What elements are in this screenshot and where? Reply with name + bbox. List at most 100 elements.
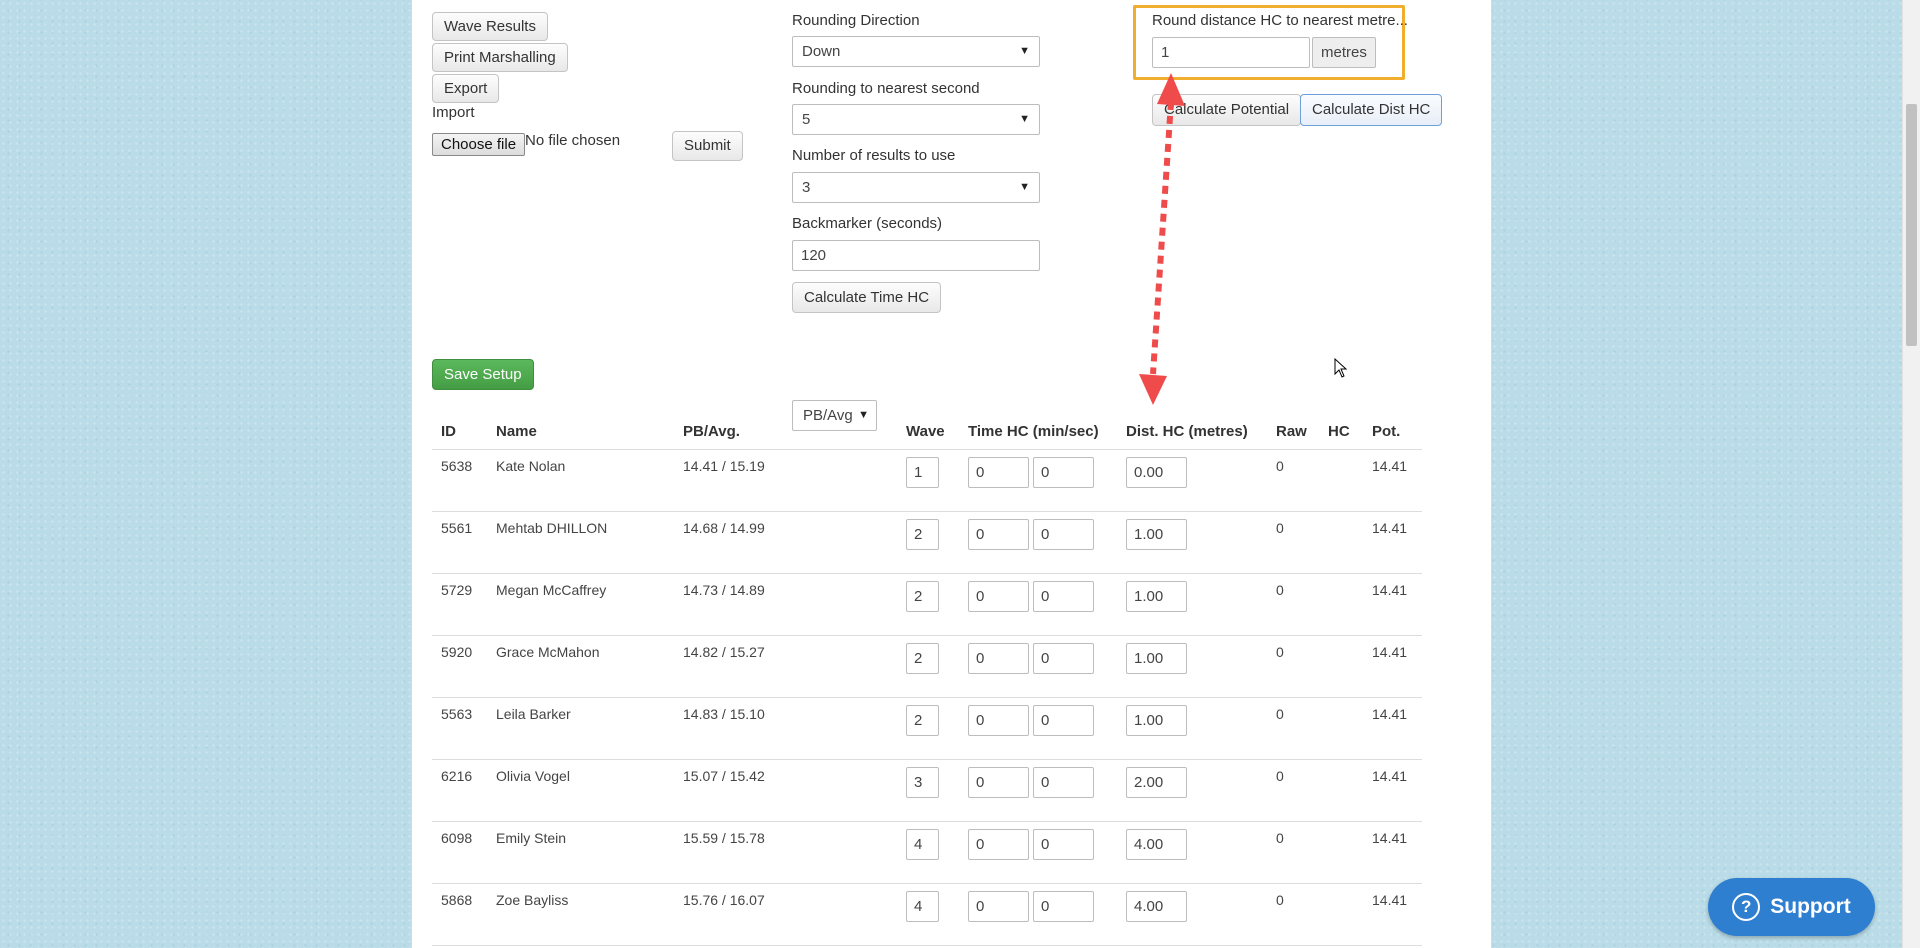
dist-hc-input[interactable]: 1.00 (1126, 705, 1187, 736)
time-hc-sec-input[interactable]: 0 (1033, 767, 1094, 798)
rounding-direction-select[interactable]: Down ▼ (792, 36, 1040, 67)
row-id: 5638 (441, 449, 496, 512)
row-time-hc-cell: 00 (968, 511, 1126, 574)
row-time-hc-cell: 00 (968, 821, 1126, 884)
time-hc-min-input[interactable]: 0 (968, 705, 1029, 736)
import-label: Import (432, 104, 475, 121)
row-raw: 0 (1276, 511, 1328, 574)
row-hc (1328, 573, 1372, 636)
dist-hc-input[interactable]: 1.00 (1126, 581, 1187, 612)
row-name: Emily Stein (496, 821, 683, 884)
save-setup-button[interactable]: Save Setup (432, 359, 534, 390)
chevron-down-icon: ▼ (1019, 113, 1030, 125)
row-hc (1328, 883, 1372, 946)
row-pb-avg: 14.41 / 15.19 (683, 449, 906, 512)
dist-hc-input[interactable]: 4.00 (1126, 829, 1187, 860)
row-raw: 0 (1276, 821, 1328, 884)
dist-hc-input[interactable]: 1.00 (1126, 643, 1187, 674)
header-pb-avg: PB/Avg. (683, 414, 906, 450)
num-results-label: Number of results to use (792, 147, 956, 164)
dist-hc-input[interactable]: 2.00 (1126, 767, 1187, 798)
wave-input[interactable]: 3 (906, 767, 939, 798)
header-name: Name (496, 414, 683, 450)
wave-input[interactable]: 1 (906, 457, 939, 488)
time-hc-sec-input[interactable]: 0 (1033, 457, 1094, 488)
row-wave-cell: 1 (906, 449, 968, 512)
row-wave-cell: 2 (906, 697, 968, 760)
wave-input[interactable]: 4 (906, 829, 939, 860)
row-pot: 14.41 (1372, 573, 1422, 636)
row-name: Olivia Vogel (496, 759, 683, 822)
header-time-hc: Time HC (min/sec) (968, 414, 1126, 450)
time-hc-sec-input[interactable]: 0 (1033, 891, 1094, 922)
choose-file-button[interactable]: Choose file (432, 133, 526, 156)
results-table: ID Name PB/Avg. Wave Time HC (min/sec) D… (432, 414, 1422, 946)
table-row: 6216 Olivia Vogel 15.07 / 15.42 3 0 0 2.00 0 14.… (432, 759, 1422, 822)
row-hc (1328, 821, 1372, 884)
row-id: 6216 (441, 759, 496, 822)
row-time-hc-cell: 00 (968, 635, 1126, 698)
header-id: ID (441, 414, 496, 450)
row-wave-cell: 2 (906, 635, 968, 698)
row-raw: 0 (1276, 449, 1328, 512)
row-wave-cell: 4 (906, 883, 968, 946)
dist-hc-input[interactable]: 1.00 (1126, 519, 1187, 550)
row-pb-avg: 14.82 / 15.27 (683, 635, 906, 698)
row-name: Leila Barker (496, 697, 683, 760)
row-pb-avg: 14.83 / 15.10 (683, 697, 906, 760)
submit-button[interactable]: Submit (672, 131, 743, 161)
table-row: 5563 Leila Barker 14.83 / 15.10 2 0 0 1.00 0 14.… (432, 697, 1422, 760)
time-hc-sec-input[interactable]: 0 (1033, 643, 1094, 674)
wave-input[interactable]: 4 (906, 891, 939, 922)
backmarker-input[interactable]: 120 (792, 240, 1040, 271)
time-hc-min-input[interactable]: 0 (968, 581, 1029, 612)
print-marshalling-button[interactable]: Print Marshalling (432, 43, 568, 72)
dist-hc-input[interactable]: 0.00 (1126, 457, 1187, 488)
row-time-hc-cell: 00 (968, 759, 1126, 822)
time-hc-sec-input[interactable]: 0 (1033, 829, 1094, 860)
row-time-hc-cell: 00 (968, 449, 1126, 512)
header-hc: HC (1328, 414, 1372, 450)
time-hc-min-input[interactable]: 0 (968, 767, 1029, 798)
wave-input[interactable]: 2 (906, 643, 939, 674)
row-raw: 0 (1276, 883, 1328, 946)
row-pot: 14.41 (1372, 635, 1422, 698)
table-row: 5868 Zoe Bayliss 15.76 / 16.07 4 0 0 4.00 0 14.4… (432, 883, 1422, 946)
calculate-dist-hc-button[interactable]: Calculate Dist HC (1300, 94, 1443, 126)
time-hc-min-input[interactable]: 0 (968, 457, 1029, 488)
support-button[interactable]: ? Support (1708, 878, 1875, 936)
no-file-label: No file chosen (525, 132, 621, 149)
time-hc-sec-input[interactable]: 0 (1033, 705, 1094, 736)
row-dist-hc-cell: 1.00 (1126, 697, 1276, 760)
row-dist-hc-cell: 1.00 (1126, 511, 1276, 574)
time-hc-sec-input[interactable]: 0 (1033, 581, 1094, 612)
time-hc-min-input[interactable]: 0 (968, 829, 1029, 860)
export-button[interactable]: Export (432, 74, 500, 103)
num-results-select[interactable]: 3 ▼ (792, 172, 1040, 203)
row-pot: 14.41 (1372, 697, 1422, 760)
rounding-second-select[interactable]: 5 ▼ (792, 104, 1040, 135)
wave-results-button[interactable]: Wave Results (432, 12, 548, 41)
row-pb-avg: 15.07 / 15.42 (683, 759, 906, 822)
wave-input[interactable]: 2 (906, 705, 939, 736)
scrollbar-thumb[interactable] (1906, 104, 1917, 346)
row-name: Zoe Bayliss (496, 883, 683, 946)
dist-hc-input[interactable]: 4.00 (1126, 891, 1187, 922)
table-row: 6098 Emily Stein 15.59 / 15.78 4 0 0 4.00 0 14.4… (432, 821, 1422, 884)
annotation-arrow (1139, 73, 1185, 405)
row-id: 5729 (441, 573, 496, 636)
time-hc-min-input[interactable]: 0 (968, 891, 1029, 922)
wave-input[interactable]: 2 (906, 581, 939, 612)
round-distance-input[interactable]: 1 (1152, 37, 1310, 68)
row-dist-hc-cell: 1.00 (1126, 635, 1276, 698)
time-hc-min-input[interactable]: 0 (968, 519, 1029, 550)
metres-addon: metres (1312, 37, 1376, 68)
time-hc-sec-input[interactable]: 0 (1033, 519, 1094, 550)
row-name: Mehtab DHILLON (496, 511, 683, 574)
time-hc-min-input[interactable]: 0 (968, 643, 1029, 674)
row-pot: 14.41 (1372, 821, 1422, 884)
calculate-time-hc-button[interactable]: Calculate Time HC (792, 282, 942, 313)
table-row: 5561 Mehtab DHILLON 14.68 / 14.99 2 0 0 1.00 0 1… (432, 511, 1422, 574)
wave-input[interactable]: 2 (906, 519, 939, 550)
row-pot: 14.41 (1372, 449, 1422, 512)
